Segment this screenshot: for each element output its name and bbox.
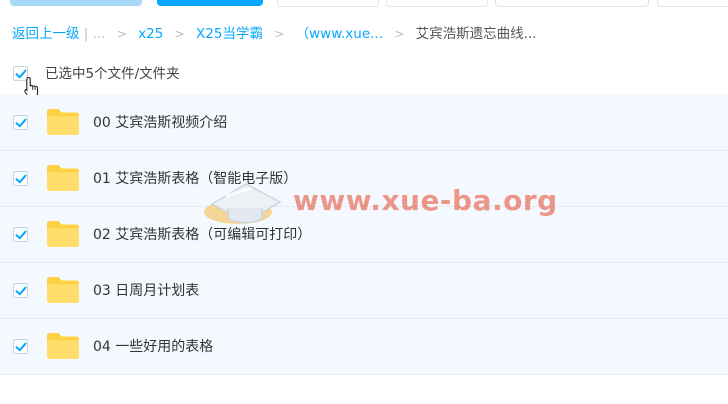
breadcrumb: 返回上一级 | ... > x25 > X25当学霸 > （www.xue...…	[12, 24, 537, 44]
upload-button[interactable]	[10, 0, 142, 6]
file-name[interactable]: 00 艾宾浩斯视频介绍	[93, 112, 227, 134]
file-row[interactable]: 04 一些好用的表格	[0, 319, 728, 375]
breadcrumb-item-x25[interactable]: x25	[138, 26, 163, 42]
folder-icon	[47, 333, 79, 359]
file-checkbox[interactable]	[13, 283, 28, 298]
folder-icon	[47, 165, 79, 191]
toolbar	[0, 0, 728, 8]
file-checkbox[interactable]	[13, 339, 28, 354]
file-name[interactable]: 03 日周月计划表	[93, 280, 199, 302]
selection-count-label: 已选中5个文件/文件夹	[45, 66, 180, 82]
checkmark-icon	[15, 174, 27, 184]
checkmark-icon	[15, 342, 27, 352]
folder-icon	[47, 221, 79, 247]
file-row[interactable]: 00 艾宾浩斯视频介绍	[0, 95, 728, 151]
checkmark-icon	[15, 230, 27, 240]
file-row[interactable]: 02 艾宾浩斯表格（可编辑可打印）	[0, 207, 728, 263]
file-checkbox[interactable]	[13, 115, 28, 130]
file-list: 00 艾宾浩斯视频介绍 01 艾宾浩斯表格（智能电子版） 02 艾宾浩斯表格（可编辑…	[0, 95, 728, 375]
breadcrumb-item-x25-xueba[interactable]: X25当学霸	[196, 26, 263, 42]
toolbar-button-1[interactable]	[277, 0, 379, 7]
folder-icon	[47, 277, 79, 303]
file-name[interactable]: 04 一些好用的表格	[93, 336, 213, 358]
toolbar-button-4[interactable]	[657, 0, 728, 7]
file-row[interactable]: 03 日周月计划表	[0, 263, 728, 319]
breadcrumb-separator: >	[174, 27, 185, 41]
breadcrumb-item-www[interactable]: （www.xue...	[296, 26, 383, 42]
breadcrumb-separator: >	[116, 27, 127, 41]
breadcrumb-separator: >	[274, 27, 285, 41]
file-name[interactable]: 01 艾宾浩斯表格（智能电子版）	[93, 168, 297, 190]
breadcrumb-current: 艾宾浩斯遗忘曲线...	[415, 26, 537, 42]
file-name[interactable]: 02 艾宾浩斯表格（可编辑可打印）	[93, 224, 311, 246]
checkmark-icon	[15, 118, 27, 128]
toolbar-button-3[interactable]	[495, 0, 649, 7]
new-folder-button[interactable]	[157, 0, 263, 6]
folder-icon	[47, 109, 79, 135]
toolbar-button-2[interactable]	[386, 0, 488, 7]
breadcrumb-divider: |	[83, 26, 89, 42]
breadcrumb-separator: >	[394, 27, 405, 41]
file-checkbox[interactable]	[13, 171, 28, 186]
file-checkbox[interactable]	[13, 227, 28, 242]
checkmark-icon	[15, 286, 27, 296]
breadcrumb-ellipsis[interactable]: ...	[93, 26, 106, 42]
file-row[interactable]: 01 艾宾浩斯表格（智能电子版）	[0, 151, 728, 207]
back-link[interactable]: 返回上一级	[12, 26, 80, 42]
